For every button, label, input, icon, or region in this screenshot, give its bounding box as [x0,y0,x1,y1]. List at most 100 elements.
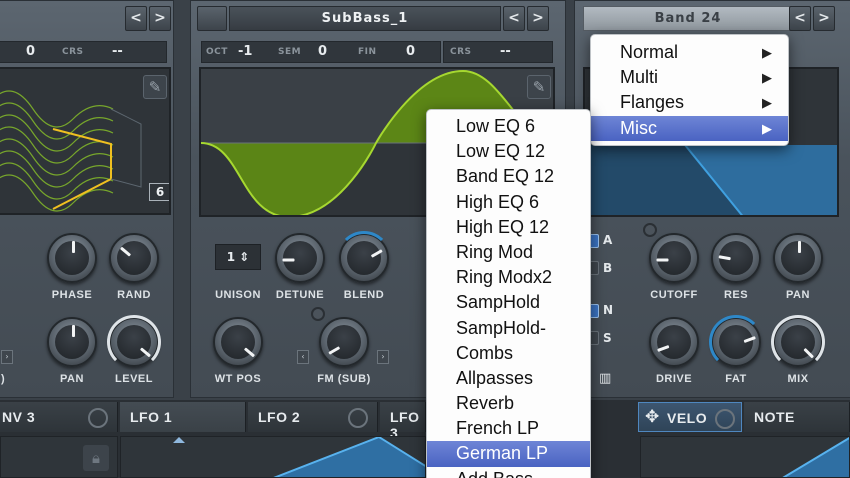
sem-value[interactable]: 0 [318,44,327,59]
menu-item-multi[interactable]: Multi ▶ [591,65,788,90]
mix-label: MIX [787,373,809,385]
filter-category-menu: Normal ▶ Multi ▶ Flanges ▶ Misc ▶ [590,34,789,146]
tab-velo[interactable]: ✥ VELO [638,402,742,432]
level-bracket: ) [1,373,5,385]
menu-item-add-bass[interactable]: Add Bass [427,467,590,478]
menu-item-combs[interactable]: Combs [427,341,590,366]
rand-knob[interactable] [109,233,159,283]
tab-label: VELO [667,410,708,426]
tab-label: NV 3 [2,409,36,425]
menu-item-label: Flanges [620,92,685,113]
filter-pan-knob[interactable] [773,233,823,283]
wavetable-name[interactable]: SubBass_1 [229,6,501,31]
pan-knob[interactable] [47,317,97,367]
wavetable-next-button[interactable]: > [149,6,171,31]
osc-a-right-arrow-button[interactable]: › [1,350,13,364]
wavetable-prev-button[interactable]: < [125,6,147,31]
filter-prev-button[interactable]: < [789,6,811,31]
keytrack-piano-icon[interactable]: ▥ [599,371,611,386]
menu-item-high-eq-6[interactable]: High EQ 6 [427,190,590,215]
mix-knob[interactable] [771,315,825,369]
frame-number[interactable]: 6 [149,183,169,201]
tab-lfo-3[interactable]: LFO 2 LFO 3 [380,402,426,441]
filter-route-s-label: S [603,331,612,345]
menu-item-normal[interactable]: Normal ▶ [591,40,788,65]
rand-label: RAND [117,289,151,301]
oct-value[interactable]: -1 [238,44,252,59]
modulation-target-icon[interactable] [311,307,325,321]
menu-item-misc[interactable]: Misc ▶ [591,115,788,141]
menu-item-label: Normal [620,42,679,62]
oscillator-a-panel: < > 0 CRS -- ✎ 6 PHASE RAND PAN LEVEL) … [0,0,174,398]
filter-next-button[interactable]: > [813,6,835,31]
move-icon[interactable]: ✥ [645,407,659,427]
lock-icon[interactable]: 🔒︎ [83,445,109,471]
fm-next-button[interactable]: › [377,350,389,364]
drag-modulation-icon[interactable] [88,408,108,428]
crs-value[interactable]: -- [500,44,511,59]
filter-pan-label: PAN [786,289,810,301]
wavetable-3d-display[interactable]: ✎ 6 [0,67,171,215]
oct-label: OCT [206,47,228,57]
filter-route-n-label: N [603,303,614,317]
level-knob[interactable] [107,315,161,369]
detune-knob[interactable] [275,233,325,283]
crs-label: CRS [62,47,84,57]
tab-lfo-1[interactable]: LFO 1 [120,402,246,432]
filter-route-b-label: B [603,261,613,275]
crs-value[interactable]: -- [112,44,123,59]
fm-knob[interactable] [319,317,369,367]
menu-item-low-eq-6[interactable]: Low EQ 6 [427,114,590,139]
submenu-arrow-icon: ▶ [762,70,772,86]
modulation-target-icon[interactable] [643,223,657,237]
menu-item-band-eq-12[interactable]: Band EQ 12 [427,164,590,189]
drive-knob[interactable] [649,317,699,367]
menu-item-ring-mod[interactable]: Ring Mod [427,240,590,265]
menu-item-german-lp[interactable]: German LP [427,441,590,467]
fin-label: FIN [358,47,377,57]
tab-label: LFO 1 [130,409,173,425]
menu-item-low-eq-12[interactable]: Low EQ 12 [427,139,590,164]
phase-knob[interactable] [47,233,97,283]
drag-modulation-icon[interactable] [348,408,368,428]
fm-label: FM (SUB) [317,373,371,385]
menu-item-reverb[interactable]: Reverb [427,391,590,416]
submenu-arrow-icon: ▶ [762,45,772,60]
tab-note[interactable]: NOTE [744,402,850,432]
menu-item-allpasses[interactable]: Allpasses [427,366,590,391]
fm-prev-button[interactable]: ‹ [297,350,309,364]
res-knob[interactable] [711,233,761,283]
osc-b-menu-button[interactable] [197,6,227,31]
submenu-arrow-icon: ▶ [762,95,772,111]
env-3-field[interactable]: 🔒︎ [0,436,118,478]
blend-knob[interactable] [337,231,391,283]
pencil-edit-icon[interactable]: ✎ [527,75,551,99]
menu-item-french-lp[interactable]: French LP [427,416,590,441]
tab-env-3[interactable]: NV 3 [0,402,118,432]
fat-knob[interactable] [709,315,763,369]
tab-label: NOTE [754,409,795,425]
wavetable-next-button[interactable]: > [527,6,549,31]
pencil-edit-icon[interactable]: ✎ [143,75,167,99]
fine-value[interactable]: 0 [26,44,35,59]
menu-item-ring-modx2[interactable]: Ring Modx2 [427,265,590,290]
filter-type-select[interactable]: Band 24 [583,6,793,31]
velo-graph[interactable] [640,436,850,478]
blend-label: BLEND [343,289,385,301]
osc-b-crs-row: CRS -- [443,41,553,63]
drag-modulation-icon[interactable] [715,409,735,429]
unison-stepper[interactable]: 1 ⇕ [215,244,261,270]
lfo-graph[interactable] [120,436,426,478]
menu-item-samphold[interactable]: SampHold [427,290,590,315]
menu-item-high-eq-12[interactable]: High EQ 12 [427,215,590,240]
cutoff-knob[interactable] [649,233,699,283]
fin-value[interactable]: 0 [406,44,415,59]
tab-lfo-2[interactable]: LFO 2 [248,402,378,432]
misc-filter-submenu: Low EQ 6 Low EQ 12 Band EQ 12 High EQ 6 … [426,109,591,478]
wavetable-prev-button[interactable]: < [503,6,525,31]
wt-pos-knob[interactable] [213,317,263,367]
menu-item-flanges[interactable]: Flanges ▶ [591,90,788,115]
menu-item-samphold-minus[interactable]: SampHold- [427,316,590,341]
osc-b-pitch-row: OCT -1 SEM 0 FIN 0 [201,41,441,63]
filter-route-a-label: A [603,233,613,247]
